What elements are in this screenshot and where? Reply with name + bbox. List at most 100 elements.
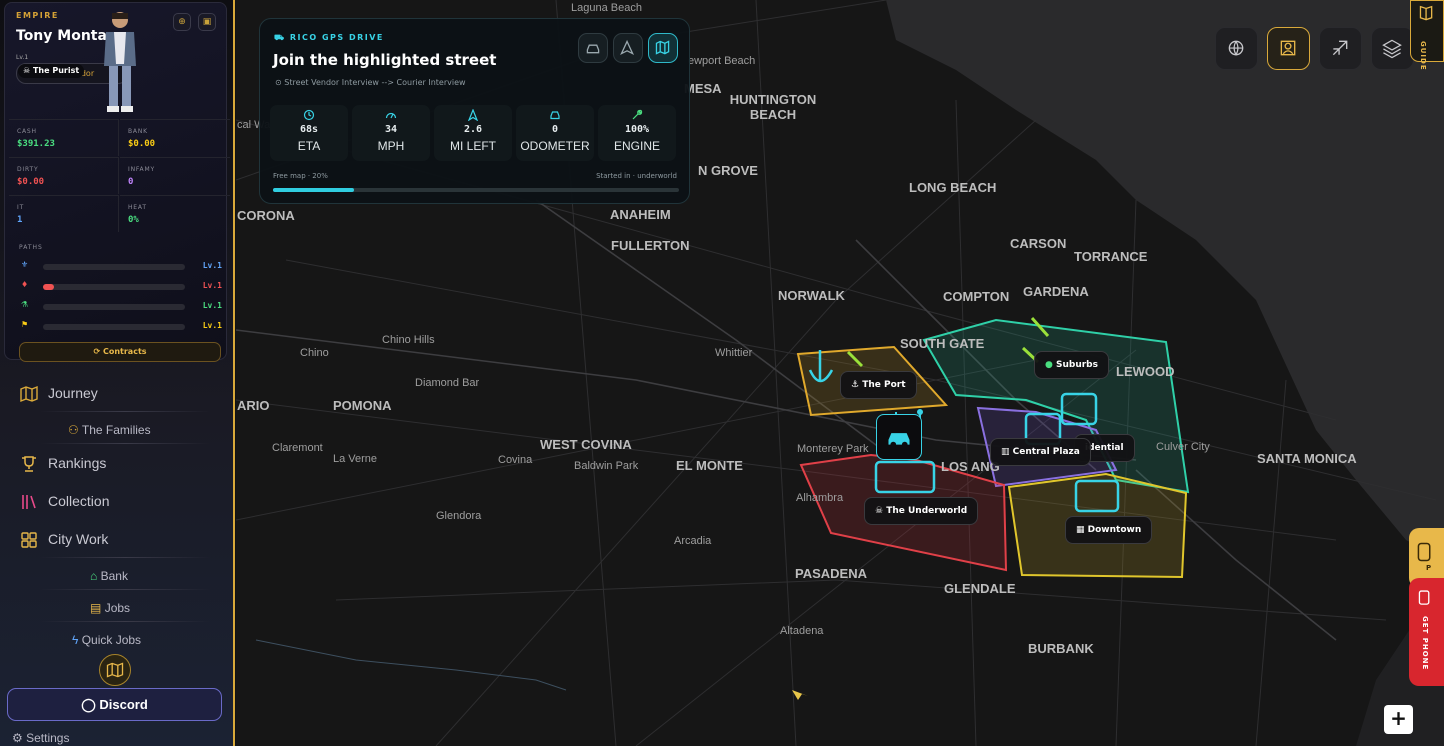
place-label: FULLERTON — [611, 238, 690, 253]
path-progress-bar — [43, 284, 185, 290]
navigate-mode-button[interactable] — [613, 33, 643, 63]
speedometer-icon — [385, 112, 397, 119]
zone-label-suburbs[interactable]: ● Suburbs — [1034, 351, 1109, 379]
place-label: ANAHEIM — [610, 207, 671, 222]
car-icon — [586, 44, 600, 54]
map-icon — [106, 662, 124, 678]
map-mode-button[interactable] — [648, 33, 678, 63]
place-label: GARDENA — [1023, 284, 1089, 299]
gps-stat-label: MPH — [377, 139, 405, 153]
guide-tab[interactable]: GUIDE — [1410, 0, 1444, 71]
stat-cash: CASH $391.23 — [9, 119, 119, 156]
office-icon: ▦ — [1076, 525, 1085, 535]
map-toggle-button[interactable] — [99, 654, 131, 686]
divider — [40, 443, 210, 444]
zone-label-downtown[interactable]: ▦ Downtown — [1065, 516, 1153, 544]
trophy-icon — [22, 456, 36, 472]
place-label: Claremont — [272, 442, 323, 454]
layers-button[interactable] — [1371, 27, 1414, 70]
place-label: CARSON — [1010, 236, 1067, 251]
nav-journey[interactable]: Journey — [20, 380, 210, 410]
path-icon: ⚜ — [21, 260, 29, 269]
lightning-icon: ϟ — [72, 633, 79, 647]
sidebar: EMPIRE Tony Montana Lv.1 Vendor ☠ The Pu… — [0, 0, 235, 746]
path-level: Lv.1 — [202, 281, 222, 290]
nav-quick-jobs[interactable]: ϟ Quick Jobs — [72, 633, 182, 655]
users-icon: ⚇ — [68, 423, 79, 437]
place-label: LONG BEACH — [909, 180, 997, 195]
user-pin-icon — [1280, 40, 1296, 56]
path-progress-bar — [43, 264, 185, 270]
place-label: Laguna Beach — [571, 2, 642, 14]
gps-progress-label: Free map · 20% — [273, 172, 328, 180]
place-label: Chino Hills — [382, 334, 435, 346]
car-mode-button[interactable] — [578, 33, 608, 63]
player-title: The Purist — [32, 66, 80, 75]
place-label: Diamond Bar — [415, 377, 480, 389]
discord-button[interactable]: ◯ Discord — [7, 688, 222, 721]
anchor-icon: ⚓ — [851, 380, 860, 390]
gps-stat-mi-left: 2.6 MI LEFT — [434, 105, 512, 161]
nav-collection[interactable]: Collection — [20, 488, 210, 518]
phone-icon — [1418, 590, 1430, 605]
place-label: Baldwin Park — [574, 460, 639, 472]
place-label: Alhambra — [796, 492, 844, 504]
place-label: COMPTON — [943, 289, 1010, 304]
gps-stat-eta: 68s ETA — [270, 105, 348, 161]
player-car-marker[interactable] — [876, 414, 922, 460]
nav-rankings[interactable]: Rankings — [20, 450, 210, 480]
gps-stat-value: 0 — [551, 124, 559, 135]
place-label: TORRANCE — [1074, 249, 1148, 264]
map-icon — [655, 40, 670, 55]
briefcase-icon: ▤ — [90, 601, 102, 615]
place-label: Arcadia — [674, 535, 712, 547]
gps-stat-odometer: 0 ODOMETER — [516, 105, 594, 161]
place-label: SANTA MONICA — [1257, 451, 1357, 466]
divider — [40, 621, 210, 622]
pin-icon[interactable]: ⊕ — [173, 13, 191, 31]
building-icon: ▥ — [1001, 447, 1010, 457]
empire-label: EMPIRE — [16, 11, 59, 20]
place-label: CORONA — [237, 208, 295, 223]
lock-icon[interactable]: ▣ — [198, 13, 216, 31]
place-label: Glendora — [436, 510, 482, 522]
paths-label: PATHS — [19, 244, 43, 251]
gps-stat-mph: 34 MPH — [352, 105, 430, 161]
place-label: Culver City — [1156, 441, 1210, 453]
gps-route: ⊙ Street Vendor Interview --> Courier In… — [275, 78, 466, 87]
navigation-icon — [620, 39, 635, 56]
plane-icon — [1332, 40, 1348, 56]
pin-icon: ⊙ — [275, 78, 282, 87]
nav-jobs[interactable]: ▤ Jobs — [90, 601, 170, 623]
nav-bank[interactable]: ⌂ Bank — [90, 569, 170, 591]
skull-icon: ☠ — [875, 506, 884, 516]
nav-the-families[interactable]: ⚇ The Families — [68, 423, 188, 445]
place-label: HUNTINGTON BEACH — [729, 92, 817, 122]
contracts-button[interactable]: ⟳ Contracts — [19, 342, 221, 362]
nav-city-work[interactable]: City Work — [20, 526, 210, 556]
globe-icon — [1228, 40, 1244, 56]
place-label: ewport Beach — [688, 55, 756, 67]
get-phone-button[interactable]: GET PHONE — [1409, 578, 1444, 686]
zone-label-underworld[interactable]: ☠ The Underworld — [864, 497, 979, 525]
book-icon — [1419, 5, 1433, 21]
travel-button[interactable] — [1319, 27, 1362, 70]
stat-bank: BANK $0.00 — [120, 119, 230, 156]
layers-icon — [1382, 39, 1402, 59]
car-icon — [550, 111, 560, 120]
gps-stat-value: 2.6 — [463, 124, 483, 135]
nav-settings[interactable]: ⚙ Settings — [12, 731, 69, 745]
place-label: POMONA — [333, 398, 392, 413]
clock-icon — [303, 109, 315, 121]
player-location-button[interactable] — [1267, 27, 1310, 70]
path-row: ♦ Lv.1 — [19, 280, 222, 294]
globe-view-button[interactable] — [1215, 27, 1258, 70]
zone-label-central-plaza[interactable]: ▥ Central Plaza — [990, 438, 1091, 466]
place-label: BURBANK — [1028, 641, 1094, 656]
path-row: ⚑ Lv.1 — [19, 320, 222, 334]
path-icon: ⚗ — [21, 300, 29, 309]
path-icon: ⚑ — [21, 320, 29, 329]
zone-label-port[interactable]: ⚓ The Port — [840, 371, 917, 399]
profile-card: EMPIRE Tony Montana Lv.1 Vendor ☠ The Pu… — [4, 2, 230, 362]
zoom-in-button[interactable]: + — [1384, 705, 1413, 734]
